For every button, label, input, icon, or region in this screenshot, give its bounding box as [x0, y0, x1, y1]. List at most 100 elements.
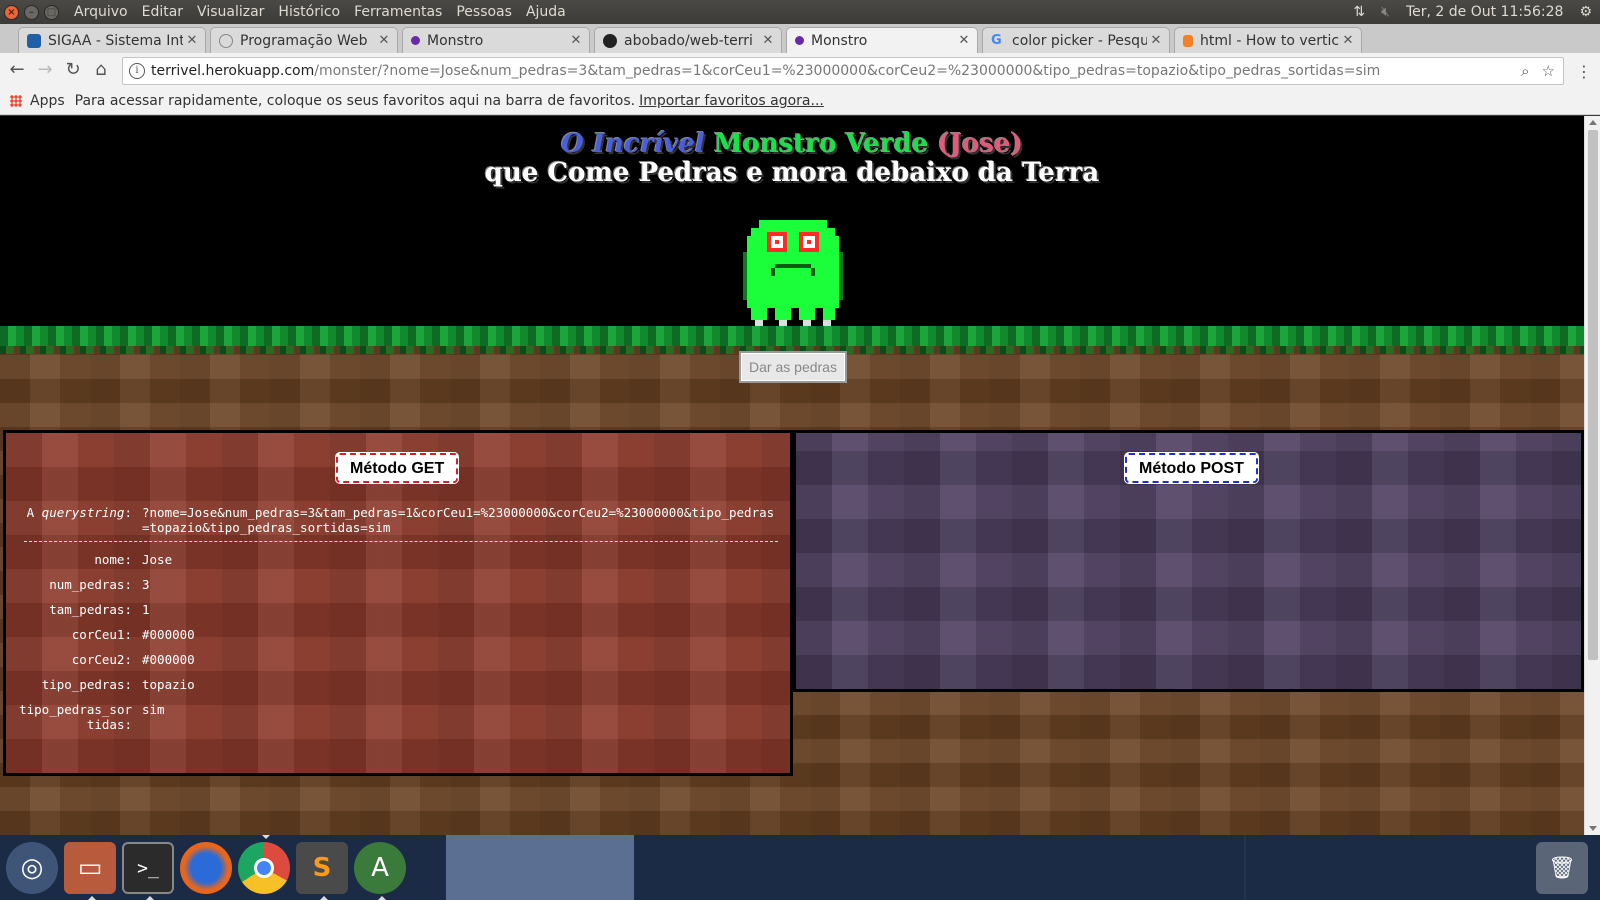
menu-editar[interactable]: Editar — [142, 4, 183, 20]
running-indicator — [378, 896, 386, 900]
reload-icon[interactable]: ↻ — [62, 59, 84, 81]
ubuntu-dash-icon[interactable]: ◎ — [6, 842, 58, 894]
import-bookmarks-link[interactable]: Importar favoritos agora... — [639, 93, 824, 109]
title-monster: Monstro Verde — [713, 129, 929, 159]
tab-label: SIGAA - Sistema Inte — [48, 32, 183, 49]
param-key: tam_pedras: — [49, 602, 132, 617]
param-row: nome: Jose — [18, 552, 778, 567]
param-row: tipo_pedras_sortidas: sim — [18, 702, 778, 732]
param-key: tipo_pedras_sortidas: — [19, 702, 132, 732]
volume-muted-icon[interactable]: 🔇︎ — [1381, 4, 1390, 20]
maximize-window-button[interactable]: □ — [44, 4, 59, 20]
close-icon[interactable]: ✕ — [759, 33, 777, 48]
active-window-highlight — [446, 835, 634, 900]
back-arrow-icon[interactable]: ← — [6, 59, 28, 81]
param-row: tam_pedras: 1 — [18, 602, 778, 617]
menu-ferramentas[interactable]: Ferramentas — [354, 4, 442, 20]
zoom-icon[interactable]: ⌕ — [1521, 62, 1529, 80]
bookmarks-hint: Para acessar rapidamente, coloque os seu… — [74, 93, 636, 109]
tab-github[interactable]: abobado/web-terri ✕ — [594, 27, 782, 53]
querystring-table: A querystring: ?nome=Jose&num_pedras=3&t… — [18, 505, 778, 742]
post-method-panel: Método POST — [793, 430, 1584, 692]
menu-visualizar[interactable]: Visualizar — [197, 4, 264, 20]
bookmark-star-icon[interactable]: ☆ — [1542, 62, 1555, 80]
param-value: topazio — [142, 677, 195, 692]
monster-favicon — [795, 36, 804, 45]
tab-monstro[interactable]: Monstro ✕ — [402, 27, 590, 53]
scroll-up-icon[interactable] — [1589, 120, 1597, 125]
files-icon[interactable]: ▭ — [64, 842, 116, 894]
firefox-icon[interactable] — [180, 842, 232, 894]
tab-label: abobado/web-terri — [624, 32, 753, 49]
close-icon[interactable]: ✕ — [1339, 33, 1357, 48]
tab-label: Monstro — [427, 32, 484, 49]
url-path: /monster/?nome=Jose&num_pedras=3&tam_ped… — [314, 63, 1381, 79]
querystring-prefix: A — [26, 505, 42, 520]
post-panel-title: Método POST — [1125, 453, 1258, 483]
scroll-thumb[interactable] — [1588, 130, 1598, 660]
tab-sigaa[interactable]: SIGAA - Sistema Inte ✕ — [18, 27, 206, 53]
menu-kebab-icon[interactable]: ⋮ — [1576, 62, 1592, 81]
info-icon[interactable]: i — [129, 63, 145, 79]
param-value: #000000 — [142, 652, 195, 667]
param-key: nome: — [94, 552, 132, 567]
page-viewport: O Incrível Monstro Verde (Jose) que Come… — [0, 116, 1584, 835]
settings-gear-icon[interactable]: ⚙ — [1579, 4, 1592, 20]
param-key: tipo_pedras: — [41, 677, 132, 692]
menu-pessoas[interactable]: Pessoas — [456, 4, 512, 20]
close-icon[interactable]: ✕ — [183, 33, 201, 48]
get-method-panel: Método GET A querystring: ?nome=Jose&num… — [3, 430, 793, 776]
param-value: sim — [142, 702, 165, 717]
close-window-button[interactable]: × — [4, 4, 19, 20]
monster-favicon — [411, 36, 420, 45]
close-icon[interactable]: ✕ — [567, 33, 585, 48]
param-key: num_pedras: — [49, 577, 132, 592]
clock[interactable]: Ter, 2 de Out 11:56:28 — [1406, 4, 1563, 20]
home-icon[interactable]: ⌂ — [90, 59, 112, 81]
network-icon[interactable]: ⇅ — [1353, 4, 1365, 20]
browser-toolbar: ← → ↻ ⌂ i terrivel.herokuapp.com/monster… — [0, 53, 1600, 88]
sublime-icon[interactable]: S — [296, 842, 348, 894]
software-updater-icon[interactable]: A — [354, 842, 406, 894]
terminal-icon[interactable]: >_ — [122, 842, 174, 894]
querystring-value: ?nome=Jose&num_pedras=3&tam_pedras=1&cor… — [142, 505, 775, 535]
tab-stackoverflow[interactable]: html - How to vertic ✕ — [1174, 27, 1362, 53]
param-key: corCeu2: — [71, 652, 132, 667]
chrome-icon[interactable] — [238, 842, 290, 894]
close-icon[interactable]: ✕ — [375, 33, 393, 48]
forward-arrow-icon[interactable]: → — [34, 59, 56, 81]
omnibox-actions: ⌕ ☆ — [1521, 62, 1555, 80]
menu-ajuda[interactable]: Ajuda — [526, 4, 566, 20]
tab-color-picker[interactable]: G color picker - Pesqu ✕ — [982, 27, 1170, 53]
apps-grid-icon[interactable] — [10, 95, 22, 107]
param-row: num_pedras: 3 — [18, 577, 778, 592]
close-icon[interactable]: ✕ — [1147, 33, 1165, 48]
trash-icon[interactable]: 🗑︎ — [1536, 842, 1588, 894]
give-stones-button[interactable]: Dar as pedras — [739, 351, 847, 383]
tab-label: Monstro — [811, 32, 868, 49]
monster-image — [743, 220, 843, 328]
page-title: O Incrível Monstro Verde (Jose) que Come… — [0, 130, 1584, 188]
tab-label: Programação Web — [240, 32, 368, 49]
google-icon: G — [991, 32, 1002, 48]
close-icon[interactable]: ✕ — [955, 33, 973, 48]
address-bar[interactable]: i terrivel.herokuapp.com/monster/?nome=J… — [122, 57, 1564, 85]
param-value: #000000 — [142, 627, 195, 642]
menu-arquivo[interactable]: Arquivo — [74, 4, 128, 20]
github-icon — [603, 33, 617, 48]
running-indicator — [320, 896, 328, 900]
scroll-down-icon[interactable] — [1589, 826, 1597, 831]
running-indicator — [88, 896, 96, 900]
system-top-panel: × – □ Arquivo Editar Visualizar Históric… — [0, 0, 1600, 24]
tab-monstro-active[interactable]: Monstro ✕ — [786, 27, 978, 53]
tab-programacao-web[interactable]: Programação Web ✕ — [210, 27, 398, 53]
tab-strip: SIGAA - Sistema Inte ✕ Programação Web ✕… — [0, 24, 1600, 72]
tab-label: html - How to vertic — [1200, 32, 1339, 49]
param-row: corCeu2: #000000 — [18, 652, 778, 667]
apps-link[interactable]: Apps — [30, 93, 65, 109]
menu-historico[interactable]: Histórico — [278, 4, 340, 20]
page-scrollbar[interactable] — [1584, 116, 1600, 835]
minimize-window-button[interactable]: – — [24, 4, 39, 20]
dock-separator — [1244, 835, 1246, 900]
window-controls: × – □ — [4, 4, 66, 20]
